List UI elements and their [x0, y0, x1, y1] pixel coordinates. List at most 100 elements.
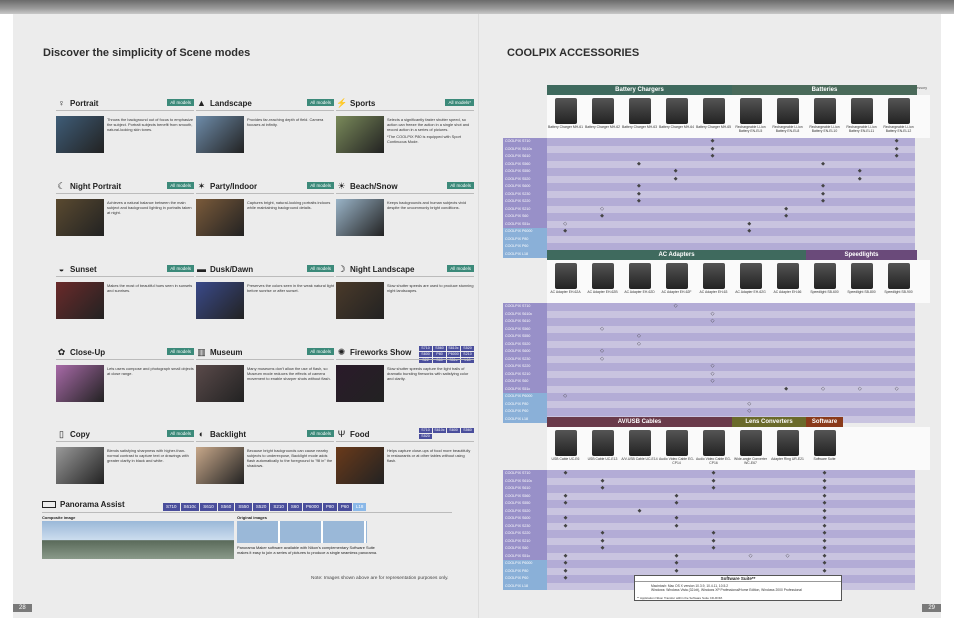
compat-cell [878, 333, 915, 341]
compat-cell [547, 318, 584, 326]
model-row: COOLPIX P6000 ◆ ◆ ◆ [503, 560, 915, 568]
compat-cell [878, 393, 915, 401]
compat-cell [658, 508, 695, 516]
compat-cell [731, 348, 768, 356]
compat-cell [547, 191, 584, 199]
software-os-win: Windows: Windows Vista (32-bit), Windows… [651, 588, 802, 592]
model-row: COOLPIX P80 ◆ ◆ ◆ [503, 567, 915, 575]
compat-cell [547, 341, 584, 349]
compat-cell [841, 378, 878, 386]
compat-cell [731, 371, 768, 379]
model-row: COOLPIX S550 ◇ [503, 333, 915, 341]
compat-cell: ◆ [822, 545, 827, 551]
model-name: COOLPIX S520 [503, 507, 547, 515]
compat-cell [841, 206, 878, 214]
compat-cell [620, 146, 657, 154]
compat-cell [657, 318, 694, 326]
scene-name: Portrait [70, 98, 99, 108]
compat-cell: ◆ [710, 153, 715, 159]
compat-cell [732, 560, 769, 568]
compat-cell: ◆ [857, 175, 862, 182]
compat-cell: ◆ [563, 567, 568, 574]
compat-cell [768, 326, 805, 334]
scene-description: Preserves the colors seen in the weak na… [247, 283, 334, 293]
product-rechargeable-li-ion-battery-en-el8: Rechargeable Li-ion Battery EN-EL8 [769, 95, 806, 138]
model-name: COOLPIX S60 [503, 545, 547, 553]
compat-cell [620, 371, 657, 379]
scene-night-landscape: ☽ Night Landscape All models Slow shutter s… [336, 263, 474, 345]
compat-cell [694, 206, 731, 214]
compat-cell [768, 303, 805, 311]
model-name: COOLPIX S610c [503, 310, 547, 318]
model-name: COOLPIX P6000 [503, 393, 547, 401]
compat-cell [805, 408, 842, 416]
compat-cell [805, 378, 842, 386]
compat-cell [731, 183, 768, 191]
compat-cell [658, 545, 695, 553]
product-image [592, 263, 614, 289]
compat-cell [547, 146, 584, 154]
product-a-v-usb-cable-uc-e14: A/V-USB Cable UC-E14 [621, 427, 658, 470]
product-battery-charger-mh-63: Battery Charger MH-63 [621, 95, 658, 138]
compat-cell: ◇ [710, 363, 715, 369]
compat-cell [584, 168, 621, 176]
compat-cell [878, 161, 915, 169]
product-image [555, 430, 577, 456]
model-tag: S560 [461, 428, 474, 433]
compat-cell [769, 500, 806, 508]
model-name: COOLPIX S710 [503, 470, 547, 478]
compat-cell [841, 228, 878, 236]
models-badge: All models [447, 182, 474, 189]
compat-cell [584, 191, 621, 199]
model-tag: P6000 [302, 503, 322, 511]
model-name: COOLPIX S550 [503, 333, 547, 341]
model-name: COOLPIX S230 [503, 355, 547, 363]
model-row: COOLPIX S520 ◆ ◆ [503, 507, 915, 516]
compat-cell [841, 311, 878, 319]
compat-cell [547, 138, 584, 146]
product-label: AC Adapter EH-62G [735, 290, 766, 294]
product-label: AC Adapter EH-66 [773, 290, 802, 294]
model-tag: S560 [217, 503, 235, 511]
scene-note: *The COOLPIX P80 is equipped with Sport … [387, 134, 461, 144]
compat-cell [769, 470, 806, 478]
compat-cell: ◆ [600, 477, 605, 484]
model-name: COOLPIX S220 [503, 198, 547, 206]
scene-name: Copy [70, 429, 90, 439]
left-page: Discover the simplicity of Scene modes ♀… [13, 14, 479, 618]
compat-cell: ◇ [747, 400, 752, 407]
compat-cell: ◆ [674, 552, 679, 559]
compat-cell [657, 356, 694, 364]
compat-cell [768, 393, 805, 401]
compat-cell: ◇ [563, 220, 568, 227]
compat-cell [768, 371, 805, 379]
compat-cell [841, 363, 878, 371]
compat-cell [547, 401, 584, 409]
compat-cell [841, 138, 878, 146]
compat-cell: ◆ [822, 537, 827, 544]
compat-cell [695, 553, 732, 561]
scene-portrait: ♀ Portrait All models Throws the background… [56, 97, 194, 179]
compat-cell: ◇ [710, 370, 715, 377]
scene-name: Food [350, 429, 370, 439]
model-name: COOLPIX S600 [503, 515, 547, 523]
compat-cell: ◆ [822, 477, 827, 484]
scene-name: Sunset [70, 264, 97, 274]
compat-cell [657, 386, 694, 394]
compat-cell: ◆ [563, 470, 568, 476]
model-row: COOLPIX S600 ◇ [503, 348, 915, 356]
compat-cell [878, 416, 915, 424]
compat-cell [584, 333, 621, 341]
compat-cell [878, 236, 915, 244]
model-name: COOLPIX S560 [503, 492, 547, 500]
compat-cell [657, 236, 694, 244]
model-row: COOLPIX S520 ◆ ◆ [503, 175, 915, 183]
scene-description: Helps capture close-ups of food more bea… [387, 448, 471, 463]
compat-cell: ◇ [710, 318, 715, 324]
compat-cell [657, 213, 694, 221]
compat-cell: ◇ [710, 310, 715, 317]
product-audio-video-cable-eg-cp16: Audio Video Cable EG-CP16 [695, 427, 732, 470]
compat-cell [768, 198, 805, 206]
scene-description: Provides far-reaching depth of field. Ca… [247, 117, 324, 127]
compat-cell [547, 153, 584, 161]
